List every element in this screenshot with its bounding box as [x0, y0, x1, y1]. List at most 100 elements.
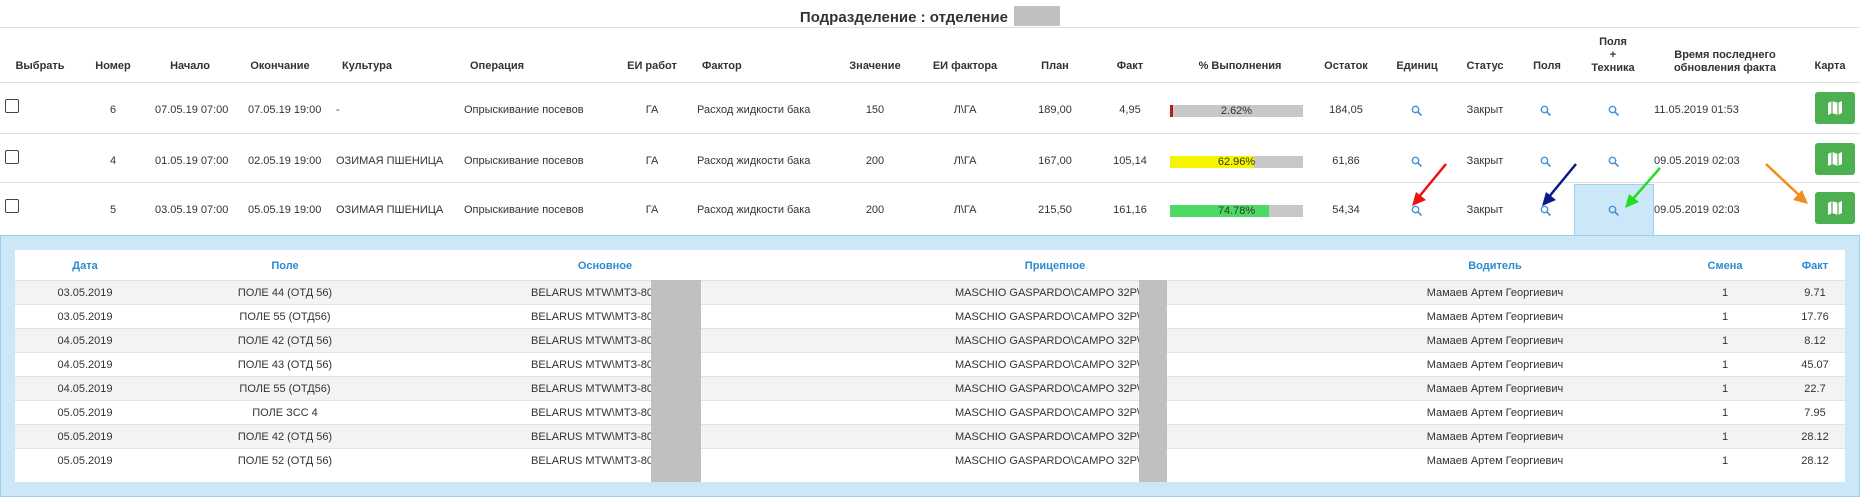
cell-factor-unit: Л\ГА — [953, 155, 977, 167]
subcol-shift: Смена — [1707, 260, 1743, 272]
col-end: Окончание — [250, 60, 310, 72]
cell-end: 02.05.19 19:00 — [248, 155, 322, 167]
cell-remain: 54,34 — [1332, 204, 1360, 216]
green-arrow-icon — [1625, 167, 1661, 208]
row-checkbox[interactable] — [5, 99, 19, 113]
cell-culture: - — [336, 104, 340, 116]
cell-value: 200 — [865, 155, 885, 167]
cell-value: 150 — [865, 104, 885, 116]
col-operation: Операция — [470, 60, 525, 72]
detail-trailer: MASCHIO GASPARDO\CAMPO 32P\ — [955, 431, 1141, 443]
col-map: Карта — [1814, 60, 1846, 72]
col-remain: Остаток — [1324, 60, 1368, 72]
cell-plan: 215,50 — [1038, 204, 1072, 216]
cell-factor: Расход жидкости бака — [697, 204, 811, 216]
subcol-driver: Водитель — [1468, 260, 1522, 272]
detail-row: 03.05.2019 ПОЛЕ 55 (ОТД56) BELARUS MTW\МТЗ… — [15, 304, 1845, 328]
detail-field: ПОЛЕ ЗСС 4 — [252, 407, 318, 419]
detail-row: 05.05.2019 ПОЛЕ 52 (ОТД 56) BELARUS MTW\МТ… — [15, 448, 1845, 472]
map-button[interactable] — [1815, 192, 1855, 224]
cell-value: 200 — [865, 204, 885, 216]
detail-date: 05.05.2019 — [57, 455, 113, 467]
cell-culture: ОЗИМАЯ ПШЕНИЦА — [336, 204, 444, 216]
detail-shift: 1 — [1721, 311, 1729, 323]
detail-fact: 22.7 — [1804, 383, 1826, 395]
col-work-unit: ЕИ работ — [627, 60, 677, 72]
cell-status: Закрыт — [1466, 204, 1504, 216]
divider — [0, 182, 1860, 183]
subcol-trailer: Прицепное — [1024, 260, 1086, 272]
detail-row: 04.05.2019 ПОЛЕ 43 (ОТД 56) BELARUS MTW\МТ… — [15, 352, 1845, 376]
detail-trailer: MASCHIO GASPARDO\CAMPO 32P\ — [955, 407, 1141, 419]
col-fields-tech-line2: + — [1609, 49, 1617, 61]
units-search-icon[interactable] — [1411, 104, 1425, 118]
cell-end: 07.05.19 19:00 — [248, 104, 322, 116]
detail-shift: 1 — [1721, 287, 1729, 299]
detail-field: ПОЛЕ 52 (ОТД 56) — [237, 455, 333, 467]
divider — [0, 82, 1860, 83]
cell-factor-unit: Л\ГА — [953, 104, 977, 116]
progress-bar: 62.96% — [1170, 156, 1303, 168]
col-number: Номер — [95, 60, 131, 72]
cell-start: 01.05.19 07:00 — [155, 155, 229, 167]
detail-trailer: MASCHIO GASPARDO\CAMPO 32P\ — [955, 335, 1141, 347]
detail-driver: Мамаев Артем Георгиевич — [1426, 359, 1564, 371]
progress-bar: 2.62% — [1170, 105, 1303, 117]
detail-shift: 1 — [1721, 335, 1729, 347]
col-last-update-line1: Время последнего — [1674, 49, 1776, 61]
detail-row: 04.05.2019 ПОЛЕ 42 (ОТД 56) BELARUS MTW\МТ… — [15, 328, 1845, 352]
orange-arrow-icon — [1765, 163, 1808, 204]
row-checkbox[interactable] — [5, 199, 19, 213]
cell-factor: Расход жидкости бака — [697, 155, 811, 167]
detail-row: 05.05.2019 ПОЛЕ ЗСС 4 BELARUS MTW\МТЗ-80\9… — [15, 400, 1845, 424]
map-button[interactable] — [1815, 92, 1855, 124]
cell-start: 03.05.19 07:00 — [155, 204, 229, 216]
col-factor: Фактор — [702, 60, 742, 72]
redacted-block — [651, 280, 701, 482]
cell-end: 05.05.19 19:00 — [248, 204, 322, 216]
progress-bar: 74.78% — [1170, 205, 1303, 217]
row-checkbox[interactable] — [5, 150, 19, 164]
cell-status: Закрыт — [1466, 104, 1504, 116]
detail-trailer: MASCHIO GASPARDO\CAMPO 32P\ — [955, 455, 1141, 467]
detail-fact: 45.07 — [1801, 359, 1829, 371]
detail-shift: 1 — [1721, 383, 1729, 395]
subcol-field: Поле — [271, 260, 299, 272]
col-plan: План — [1041, 60, 1069, 72]
col-select: Выбрать — [15, 60, 65, 72]
detail-row: 05.05.2019 ПОЛЕ 42 (ОТД 56) BELARUS MTW\МТ… — [15, 424, 1845, 448]
cell-fact: 4,95 — [1119, 104, 1141, 116]
cell-work-unit: ГА — [645, 155, 659, 167]
col-percent: % Выполнения — [1198, 60, 1282, 72]
detail-trailer: MASCHIO GASPARDO\CAMPO 32P\ — [955, 383, 1141, 395]
divider — [0, 133, 1860, 134]
redacted-block — [1139, 280, 1167, 482]
col-status: Статус — [1466, 60, 1504, 72]
cell-last-update: 09.05.2019 02:03 — [1654, 155, 1740, 167]
cell-operation: Опрыскивание посевов — [464, 104, 584, 116]
col-culture: Культура — [342, 60, 392, 72]
col-fields-tech-line1: Поля — [1599, 36, 1627, 48]
detail-date: 03.05.2019 — [57, 311, 113, 323]
map-button[interactable] — [1815, 143, 1855, 175]
cell-last-update: 09.05.2019 02:03 — [1654, 204, 1740, 216]
detail-field: ПОЛЕ 55 (ОТД56) — [239, 383, 331, 395]
fields-search-icon[interactable] — [1540, 104, 1554, 118]
detail-fact: 7.95 — [1804, 407, 1826, 419]
detail-field: ПОЛЕ 43 (ОТД 56) — [237, 359, 333, 371]
col-last-update-line2: обновления факта — [1673, 62, 1777, 74]
cell-work-unit: ГА — [645, 104, 659, 116]
fields-tech-search-icon[interactable] — [1608, 104, 1622, 118]
detail-driver: Мамаев Артем Георгиевич — [1426, 311, 1564, 323]
subcol-main: Основное — [577, 260, 633, 272]
detail-row: 03.05.2019 ПОЛЕ 44 (ОТД 56) BELARUS MTW\МТ… — [15, 280, 1845, 304]
cell-operation: Опрыскивание посевов — [464, 204, 584, 216]
cell-status: Закрыт — [1466, 155, 1504, 167]
redacted-block — [1014, 6, 1061, 26]
cell-operation: Опрыскивание посевов — [464, 155, 584, 167]
col-last-update: Время последнего обновления факта — [1655, 49, 1795, 75]
cell-plan: 167,00 — [1038, 155, 1072, 167]
detail-date: 04.05.2019 — [57, 383, 113, 395]
subcol-date: Дата — [72, 260, 98, 272]
col-fact: Факт — [1116, 60, 1144, 72]
